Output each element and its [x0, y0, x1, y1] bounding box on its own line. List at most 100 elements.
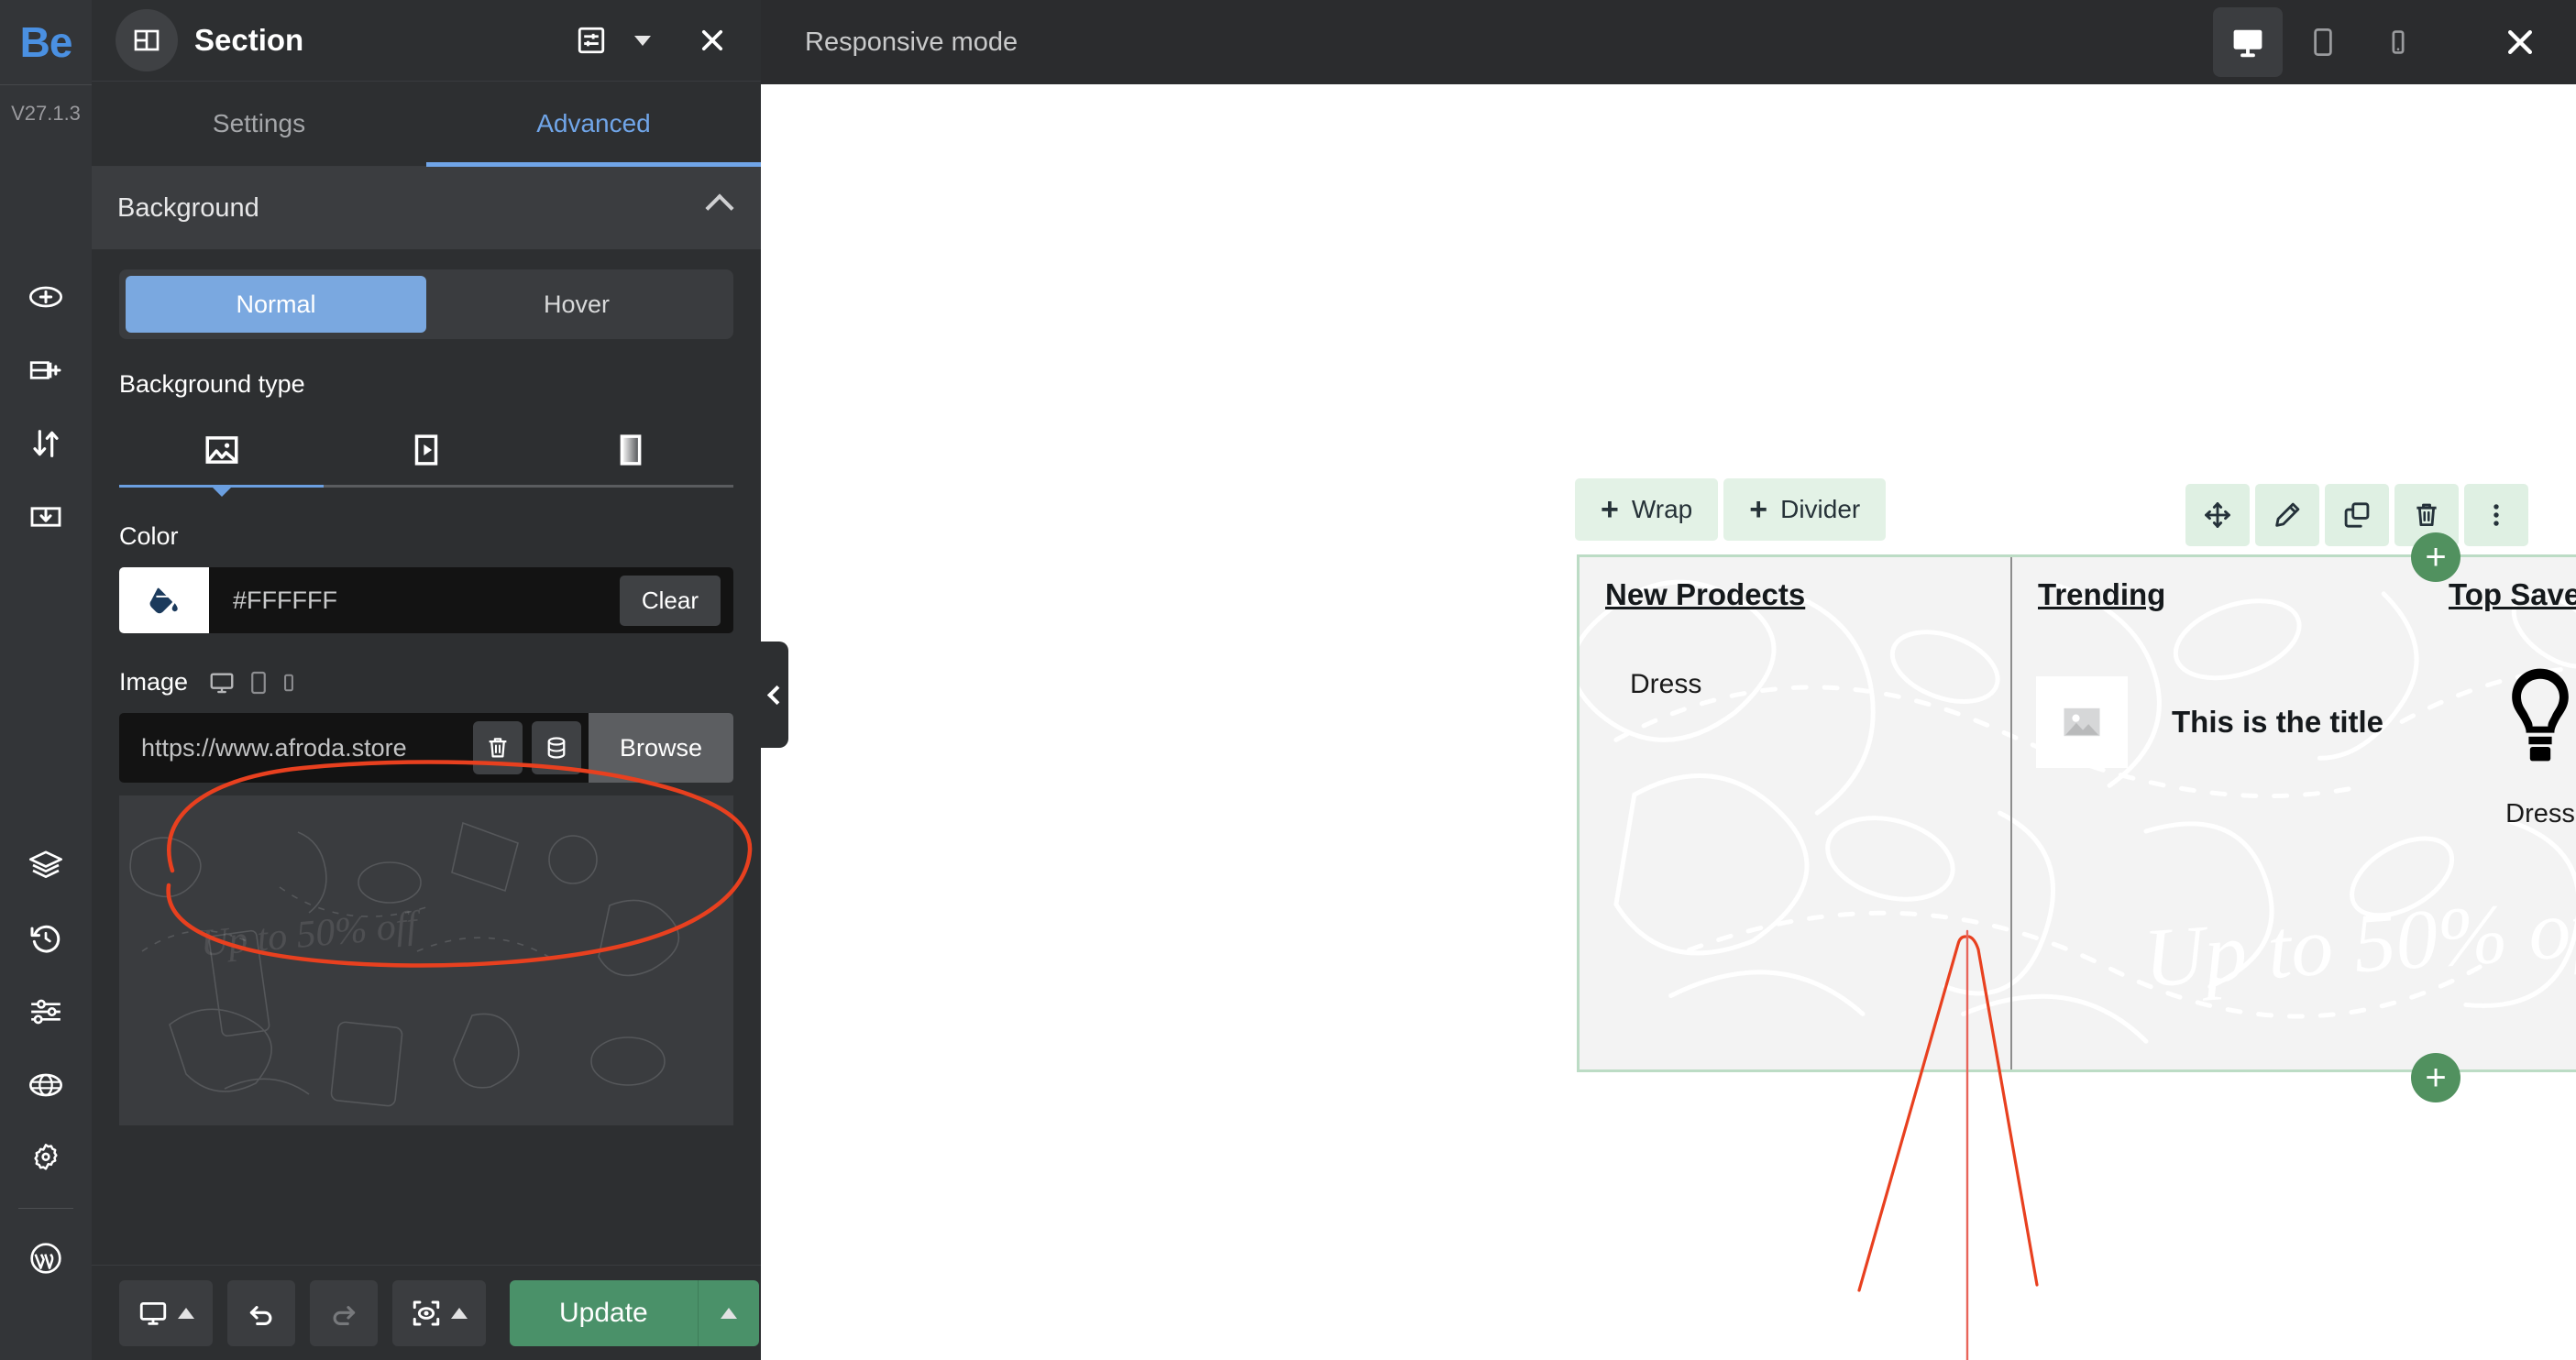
section-duplicate-button[interactable]	[2325, 484, 2389, 546]
rail-item-add-layout[interactable]	[0, 334, 92, 407]
rail-item-history[interactable]	[0, 902, 92, 975]
rail-item-globals[interactable]	[0, 1048, 92, 1122]
update-button[interactable]: Update	[510, 1279, 759, 1346]
rail-item-layers[interactable]	[0, 828, 92, 902]
panel-header: Section	[92, 0, 761, 81]
image-delete-button[interactable]	[473, 721, 523, 774]
bulb-item[interactable]: Dress	[2502, 664, 2576, 829]
rail-item-preferences[interactable]	[0, 1122, 92, 1195]
state-toggle-normal[interactable]: Normal	[126, 276, 426, 333]
main-area: Responsive mode + Wrap + Divider Up to 5…	[761, 0, 2576, 1360]
image-preview-doodle: Up to 50% off	[119, 795, 733, 1125]
tab-advanced[interactable]: Advanced	[426, 82, 761, 167]
panel-title: Section	[194, 23, 304, 57]
add-divider-button[interactable]: + Divider	[1723, 478, 1887, 541]
image-device-toggles	[208, 669, 296, 696]
column-new-products[interactable]: New Prodects Dress	[1580, 557, 2010, 1069]
footer-redo-button[interactable]	[310, 1279, 378, 1346]
column-heading: Trending	[2038, 577, 2166, 611]
image-placeholder[interactable]	[2036, 676, 2128, 768]
tablet-icon	[2314, 28, 2332, 56]
settings-panel: Section Settings Advanced Background Nor…	[92, 0, 788, 1360]
image-library-button[interactable]	[532, 721, 581, 774]
plus-icon: +	[1749, 492, 1768, 527]
background-settings: Normal Hover Background type Color #FFFF…	[92, 249, 761, 1125]
color-swatch-button[interactable]	[119, 567, 209, 633]
section-container[interactable]: Up to 50% off New Prodects Dress Trendin…	[1577, 554, 2576, 1072]
column-top-saved[interactable]: Top Saved Dress	[2423, 557, 2576, 1069]
footer-preview-button[interactable]	[392, 1279, 486, 1346]
rail-item-site-settings[interactable]	[0, 975, 92, 1048]
close-icon	[2508, 30, 2532, 54]
trash-icon	[489, 738, 507, 758]
rail-item-add-element[interactable]	[0, 260, 92, 334]
update-button-dropdown[interactable]	[699, 1307, 759, 1319]
image-browse-button[interactable]: Browse	[589, 713, 733, 783]
rail-icon-group	[0, 260, 92, 1295]
history-icon	[30, 925, 61, 953]
image-url-input[interactable]: https://www.afroda.store	[119, 713, 589, 783]
video-icon	[414, 434, 438, 466]
panel-preset-dropdown[interactable]	[634, 35, 651, 46]
background-type-label: Background type	[119, 370, 305, 398]
background-type-video[interactable]	[324, 415, 528, 485]
panel-preset-button[interactable]	[567, 16, 616, 65]
undo-icon	[249, 1305, 272, 1325]
background-type-gradient[interactable]	[529, 415, 733, 485]
rail-item-reorder[interactable]	[0, 407, 92, 480]
tab-settings[interactable]: Settings	[92, 82, 426, 166]
trending-content: This is the title	[2036, 676, 2423, 768]
footer-responsive-button[interactable]	[119, 1279, 213, 1346]
section-layout-icon	[134, 29, 160, 51]
device-tab-desktop[interactable]	[2213, 7, 2283, 77]
column-trending[interactable]: Trending This is the title	[2010, 557, 2423, 1069]
main-close-button[interactable]	[2488, 10, 2552, 74]
page-canvas: + Wrap + Divider Up to 50% off New Prode…	[761, 84, 2576, 1360]
redo-icon	[333, 1305, 356, 1325]
plus-icon: +	[2425, 1058, 2447, 1098]
brand-logo-text: Be	[19, 18, 73, 66]
tablet-icon[interactable]	[248, 670, 269, 696]
column-heading: Top Saved	[2449, 577, 2576, 611]
section-move-button[interactable]	[2185, 484, 2250, 546]
preset-sliders-icon	[578, 27, 605, 54]
three-dots-icon	[2493, 504, 2499, 526]
accordion-background[interactable]: Background	[92, 167, 761, 249]
color-clear-button[interactable]: Clear	[619, 575, 721, 626]
add-wrap-button[interactable]: + Wrap	[1575, 478, 1719, 541]
state-toggle-hover[interactable]: Hover	[426, 276, 727, 333]
rail-item-save-template[interactable]	[0, 480, 92, 554]
desktop-icon[interactable]	[208, 669, 236, 696]
add-section-below-button[interactable]: +	[2411, 1053, 2460, 1102]
rail-item-wordpress[interactable]	[0, 1222, 92, 1295]
trending-title: This is the title	[2172, 705, 2384, 739]
color-input-wrap[interactable]: #FFFFFF Clear	[209, 567, 733, 633]
bulb-label: Dress	[2505, 799, 2575, 828]
panel-collapse-handle[interactable]	[761, 642, 788, 748]
panel-close-button[interactable]	[688, 16, 737, 65]
brand-logo[interactable]: Be	[0, 0, 92, 84]
background-type-image[interactable]	[119, 415, 324, 485]
pencil-icon	[2275, 502, 2300, 527]
device-tab-mobile[interactable]	[2363, 7, 2433, 77]
left-icon-rail: Be V27.1.3	[0, 0, 92, 1360]
plus-circle-icon	[29, 286, 62, 308]
layers-icon	[29, 850, 62, 878]
rail-divider	[18, 1208, 73, 1209]
background-type-indicator	[119, 485, 733, 488]
canvas-add-buttons: + Wrap + Divider	[1575, 478, 1887, 541]
copy-icon	[2344, 502, 2370, 528]
image-preview[interactable]: Up to 50% off	[119, 795, 733, 1125]
device-tab-tablet[interactable]	[2288, 7, 2358, 77]
panel-tabs: Settings Advanced	[92, 81, 761, 167]
wordpress-icon	[30, 1243, 61, 1274]
preview-eye-icon	[413, 1300, 440, 1326]
panel-footer: Update	[92, 1265, 761, 1360]
section-edit-button[interactable]	[2255, 484, 2319, 546]
mobile-icon[interactable]	[281, 671, 296, 695]
move-arrows-icon	[2205, 502, 2230, 528]
section-more-button[interactable]	[2464, 484, 2528, 546]
panel-body: Background Normal Hover Background type	[92, 167, 761, 1265]
footer-undo-button[interactable]	[227, 1279, 295, 1346]
add-section-above-button[interactable]: +	[2411, 532, 2460, 582]
